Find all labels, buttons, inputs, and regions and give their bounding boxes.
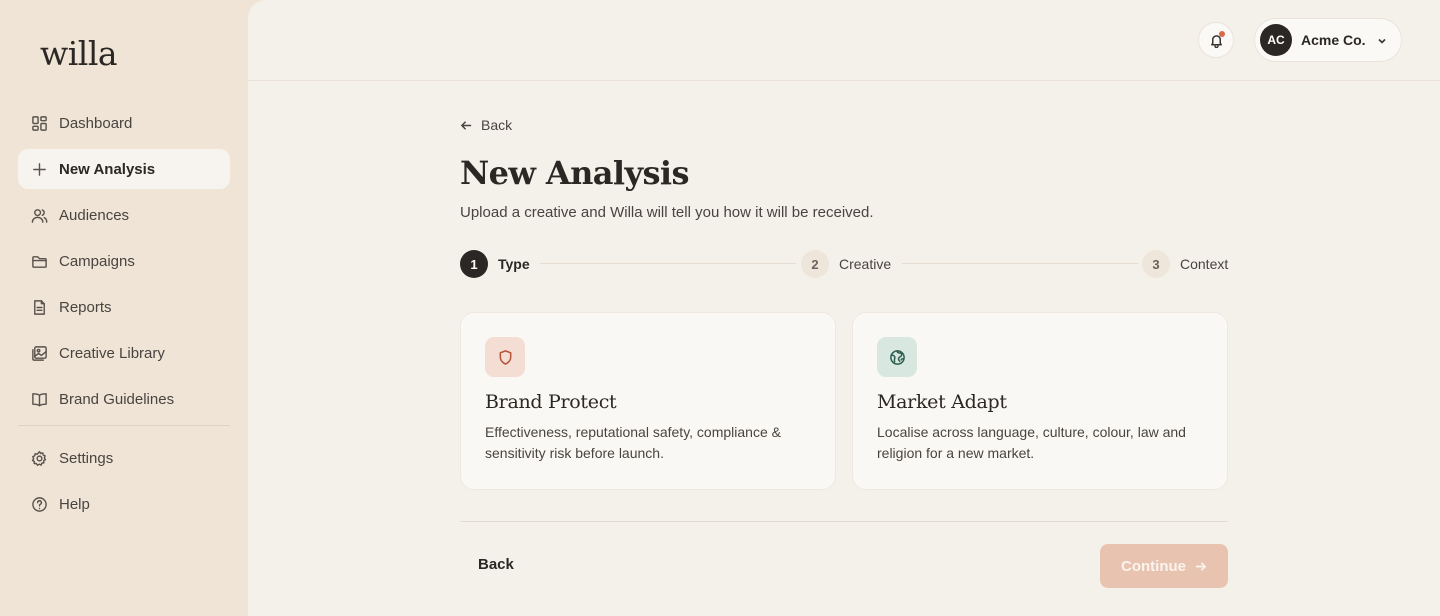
folder-icon [30,252,48,270]
account-name: Acme Co. [1301,32,1366,48]
sidebar-item-brand-guidelines[interactable]: Brand Guidelines [18,379,230,419]
sidebar-nav: Dashboard New Analysis Audiences Campaig… [18,103,230,530]
sidebar-item-label: Help [59,495,90,513]
step-creative[interactable]: 2 Creative [801,250,891,278]
card-title: Brand Protect [485,391,617,413]
sidebar-item-label: Audiences [59,206,130,224]
document-icon [30,298,48,316]
help-icon [30,495,48,513]
back-link[interactable]: Back [460,117,512,133]
notification-dot [1219,31,1225,37]
image-icon [30,344,48,362]
main-panel: AC Acme Co. Back New Analysis Upload a c… [248,0,1440,616]
page-subtitle: Upload a creative and Willa will tell yo… [460,204,874,221]
notifications-button[interactable] [1198,22,1234,58]
card-description: Effectiveness, reputational safety, comp… [485,424,781,461]
continue-button[interactable]: Continue [1100,544,1228,588]
gear-icon [30,449,48,467]
users-icon [30,206,48,224]
sidebar-item-label: Reports [59,298,112,316]
sidebar-item-label: Brand Guidelines [59,390,175,408]
book-icon [30,390,48,408]
chevron-down-icon [1376,34,1388,46]
step-label: Context [1180,256,1229,272]
page-title: New Analysis [460,154,689,192]
sidebar-item-label: Creative Library [59,344,165,362]
sidebar-item-audiences[interactable]: Audiences [18,195,230,235]
shield-icon [485,337,525,377]
sidebar-item-help[interactable]: Help [18,484,230,524]
step-number: 2 [801,250,829,278]
step-number: 3 [1142,250,1170,278]
sidebar-item-reports[interactable]: Reports [18,287,230,327]
sidebar-item-creative-library[interactable]: Creative Library [18,333,230,373]
market-adapt-card[interactable]: Market Adapt Localise across language, c… [852,312,1228,490]
back-link-label: Back [481,117,513,133]
sidebar-item-label: Campaigns [59,252,135,270]
card-title: Market Adapt [877,391,1007,413]
step-label: Type [498,256,530,272]
plus-icon [30,160,48,178]
globe-icon [877,337,917,377]
step-connector [540,263,796,264]
sidebar-item-new-analysis[interactable]: New Analysis [18,149,230,189]
sidebar-item-settings[interactable]: Settings [18,438,230,478]
step-label: Creative [839,256,892,272]
step-connector [902,263,1138,264]
footer-back-button[interactable]: Back [478,556,514,573]
brand-protect-card[interactable]: Brand Protect Effectiveness, reputationa… [460,312,836,490]
step-context[interactable]: 3 Context [1142,250,1228,278]
step-number: 1 [460,250,488,278]
arrow-right-icon [1195,561,1207,571]
sidebar: willa Dashboard New Analysis Audiences C… [0,0,248,616]
top-bar: AC Acme Co. [248,0,1440,81]
footer-divider [460,521,1228,522]
sidebar-divider [18,425,230,426]
card-description: Localise across language, culture, colou… [877,424,1186,461]
avatar: AC [1260,24,1292,56]
account-menu-button[interactable]: AC Acme Co. [1254,18,1402,62]
step-type[interactable]: 1 Type [460,250,530,278]
dashboard-icon [30,114,48,132]
stepper: 1 Type 2 Creative 3 Context [460,250,1228,278]
sidebar-item-label: New Analysis [59,160,156,178]
sidebar-item-label: Settings [59,449,114,467]
sidebar-item-dashboard[interactable]: Dashboard [18,103,230,143]
sidebar-item-label: Dashboard [59,114,133,132]
sidebar-item-campaigns[interactable]: Campaigns [18,241,230,281]
app-logo[interactable]: willa [40,34,118,73]
arrow-left-icon [460,120,472,130]
continue-label: Continue [1121,557,1186,575]
